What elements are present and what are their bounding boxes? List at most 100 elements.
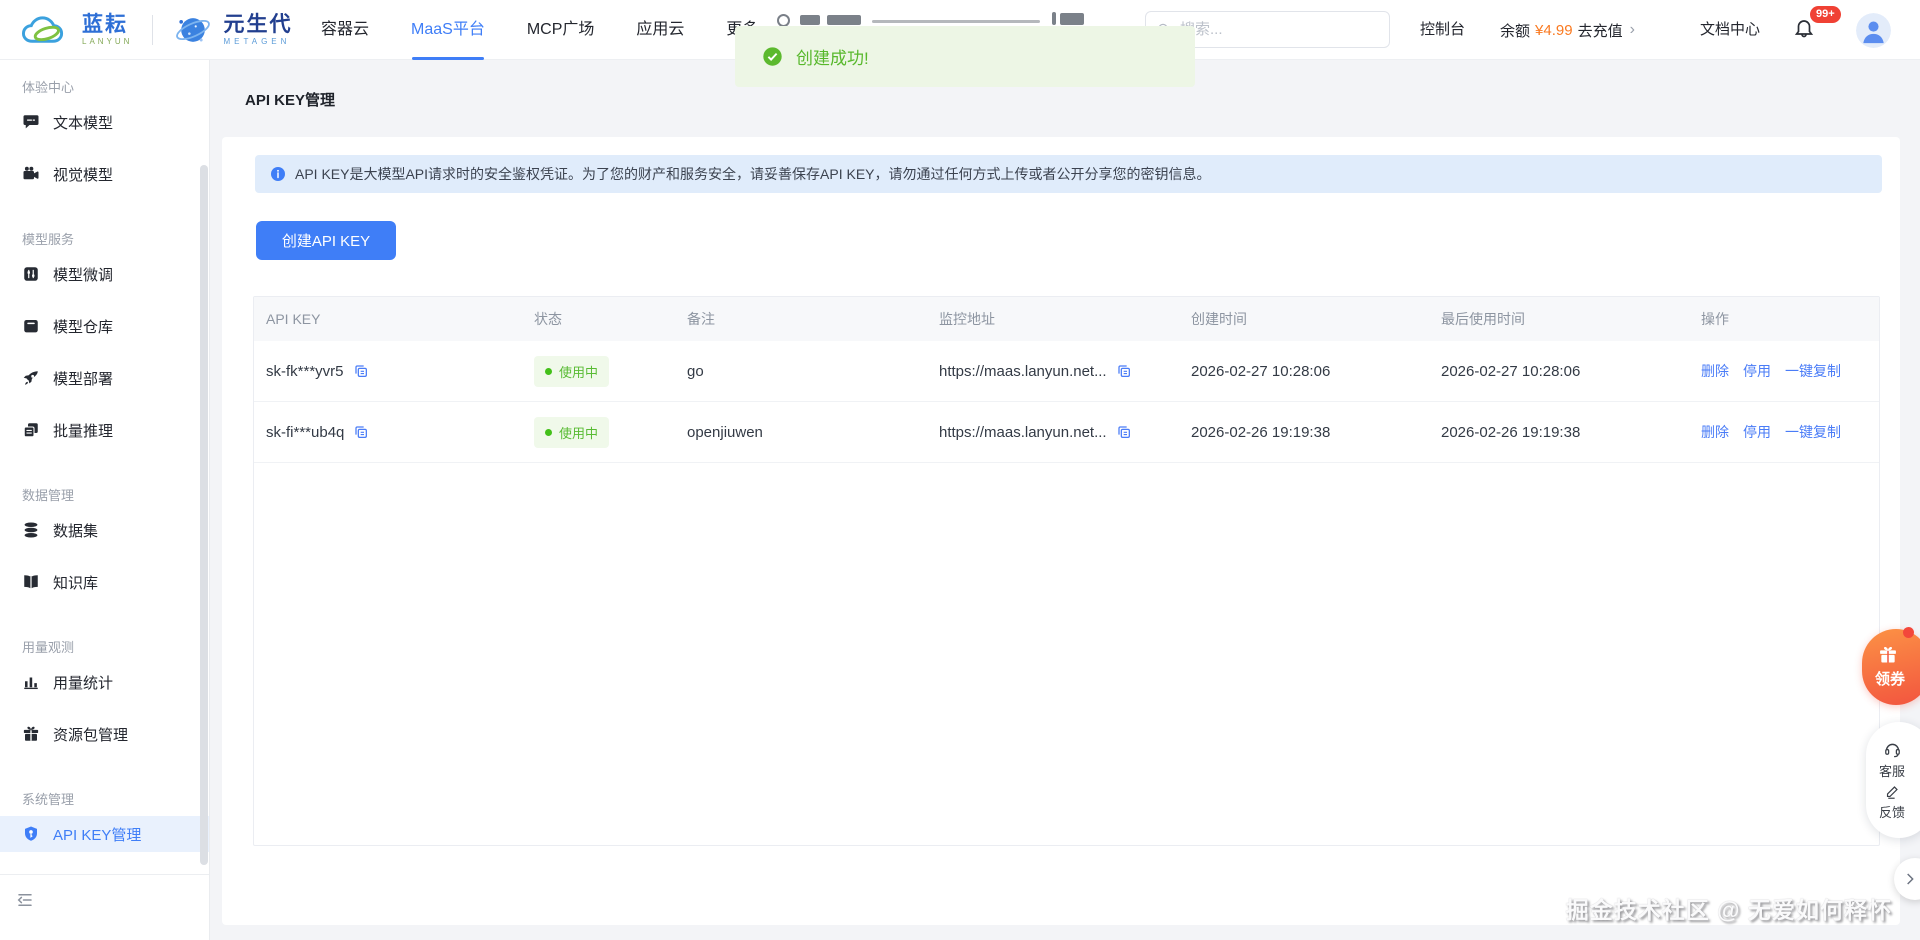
search-input[interactable] <box>1180 21 1379 38</box>
metagen-planet-icon <box>173 10 213 50</box>
sidebar-item-vision-model[interactable]: 视觉模型 <box>0 148 209 200</box>
balance-amount: ¥4.99 <box>1535 22 1573 39</box>
nav-item-app-cloud[interactable]: 应用云 <box>636 0 684 60</box>
watermark: 掘金技术社区 @ 无爱如何释怀 <box>1566 891 1892 925</box>
col-header-api-key: API KEY <box>254 311 522 327</box>
headset-icon <box>1883 740 1902 759</box>
obscured-nav-fragment <box>872 20 1040 23</box>
toast-message: 创建成功! <box>796 44 869 69</box>
status-dot-icon <box>545 429 552 436</box>
sidebar-item-label: 用量统计 <box>53 672 113 693</box>
sidebar-section-usage: 用量观测 <box>0 637 209 656</box>
monitor-url-value: https://maas.lanyun.net... <box>939 424 1107 441</box>
last-used-cell: 2026-02-26 19:19:38 <box>1429 424 1689 441</box>
one-click-copy-link[interactable]: 一键复制 <box>1785 422 1841 442</box>
status-dot-icon <box>545 368 552 375</box>
sidebar-item-dataset[interactable]: 数据集 <box>0 504 209 556</box>
sidebar-item-label: 数据集 <box>53 520 98 541</box>
balance-label: 余额 <box>1500 20 1530 41</box>
rocket-icon <box>22 369 40 387</box>
copy-icon[interactable] <box>1116 424 1132 440</box>
balance-widget[interactable]: 余额 ¥4.99 去充值 › <box>1500 0 1635 60</box>
sidebar-item-batch-inference[interactable]: 批量推理 <box>0 404 209 456</box>
sidebar-section-model-service: 模型服务 <box>0 229 209 248</box>
avatar[interactable] <box>1856 13 1891 48</box>
actions-cell: 删除 停用 一键复制 <box>1689 422 1879 442</box>
info-icon <box>270 166 286 182</box>
col-header-monitor-url: 监控地址 <box>927 309 1179 329</box>
sidebar-item-label: 文本模型 <box>53 112 113 133</box>
status-cell: 使用中 <box>522 356 675 387</box>
obscured-nav-fragment <box>800 15 820 25</box>
chevron-right-icon <box>1902 871 1918 887</box>
archive-box-icon <box>22 317 40 335</box>
coupon-label: 领券 <box>1875 668 1905 689</box>
sidebar-section-system: 系统管理 <box>0 789 209 808</box>
create-api-key-button[interactable]: 创建API KEY <box>256 221 396 260</box>
sidebar-item-model-repo[interactable]: 模型仓库 <box>0 300 209 352</box>
actions-cell: 删除 停用 一键复制 <box>1689 361 1879 381</box>
sidebar-item-deploy[interactable]: 模型部署 <box>0 352 209 404</box>
table-header-row: API KEY 状态 备注 监控地址 创建时间 最后使用时间 操作 <box>254 297 1879 341</box>
content-card: API KEY是大模型API请求时的安全鉴权凭证。为了您的财产和服务安全，请妥善… <box>222 137 1900 925</box>
brand-logo[interactable]: 蓝耘 LANYUN 元生代 METAGEN <box>20 0 292 60</box>
disable-link[interactable]: 停用 <box>1743 361 1771 381</box>
shield-key-icon <box>22 825 40 843</box>
sidebar-section-data: 数据管理 <box>0 485 209 504</box>
api-key-value: sk-fi***ub4q <box>266 424 344 441</box>
monitor-url-cell: https://maas.lanyun.net... <box>927 424 1179 441</box>
sidebar-item-label: 模型部署 <box>53 368 113 389</box>
col-header-note: 备注 <box>675 309 927 329</box>
table-row: sk-fk***yvr5 使用中 go https://maas.lanyun.… <box>254 341 1879 402</box>
sidebar-item-finetune[interactable]: 模型微调 <box>0 248 209 300</box>
sidebar-item-label: 视觉模型 <box>53 164 113 185</box>
copy-icon[interactable] <box>1116 363 1132 379</box>
sidebar-section-experience: 体验中心 <box>0 77 209 96</box>
table-row: sk-fi***ub4q 使用中 openjiuwen https://maas… <box>254 402 1879 463</box>
api-key-table: API KEY 状态 备注 监控地址 创建时间 最后使用时间 操作 sk-fk*… <box>253 296 1880 846</box>
delete-link[interactable]: 删除 <box>1701 361 1729 381</box>
obscured-nav-fragment <box>1052 12 1056 25</box>
sidebar-item-label: 模型微调 <box>53 264 113 285</box>
gift-icon <box>22 725 40 743</box>
sidebar-item-text-model[interactable]: 文本模型 <box>0 96 209 148</box>
sidebar-footer <box>0 874 209 940</box>
pencil-icon <box>1884 783 1901 800</box>
delete-link[interactable]: 删除 <box>1701 422 1729 442</box>
notification-badge: 99+ <box>1810 6 1841 23</box>
sidebar-item-usage-stats[interactable]: 用量统计 <box>0 656 209 708</box>
success-toast: 创建成功! <box>735 26 1195 87</box>
status-cell: 使用中 <box>522 417 675 448</box>
copy-icon[interactable] <box>353 424 369 440</box>
recharge-link[interactable]: 去充值 <box>1578 20 1623 41</box>
sidebar-item-api-key[interactable]: API KEY管理 <box>0 816 209 852</box>
console-link[interactable]: 控制台 <box>1420 0 1465 60</box>
gift-icon <box>1878 645 1898 665</box>
sidebar-item-knowledge-base[interactable]: 知识库 <box>0 556 209 608</box>
nav-item-container-cloud[interactable]: 容器云 <box>321 0 369 60</box>
page-title: API KEY管理 <box>245 89 335 110</box>
col-header-created: 创建时间 <box>1179 309 1429 329</box>
nav-item-mcp[interactable]: MCP广场 <box>527 0 595 60</box>
brand-metagen-sub: METAGEN <box>223 38 292 46</box>
col-header-last-used: 最后使用时间 <box>1429 309 1689 329</box>
sidebar-item-resource-packages[interactable]: 资源包管理 <box>0 708 209 760</box>
sidebar-item-label: API KEY管理 <box>53 824 141 845</box>
sliders-icon <box>22 265 40 283</box>
one-click-copy-link[interactable]: 一键复制 <box>1785 361 1841 381</box>
copy-icon[interactable] <box>353 363 369 379</box>
feedback-button[interactable]: 反馈 <box>1879 783 1905 821</box>
nav-item-maas[interactable]: MaaS平台 <box>411 0 485 60</box>
customer-service-button[interactable]: 客服 <box>1879 740 1905 780</box>
docs-link[interactable]: 文档中心 <box>1700 0 1760 60</box>
sidebar-item-label: 批量推理 <box>53 420 113 441</box>
obscured-nav-fragment <box>827 15 861 25</box>
success-check-icon <box>762 46 783 67</box>
collapse-sidebar-icon[interactable] <box>16 891 34 909</box>
monitor-url-cell: https://maas.lanyun.net... <box>927 363 1179 380</box>
sidebar-scrollbar[interactable] <box>200 165 208 865</box>
coupon-float-button[interactable]: 领券 <box>1862 629 1920 705</box>
obscured-nav-fragment <box>1060 13 1084 25</box>
disable-link[interactable]: 停用 <box>1743 422 1771 442</box>
coupon-notification-dot <box>1903 627 1914 638</box>
